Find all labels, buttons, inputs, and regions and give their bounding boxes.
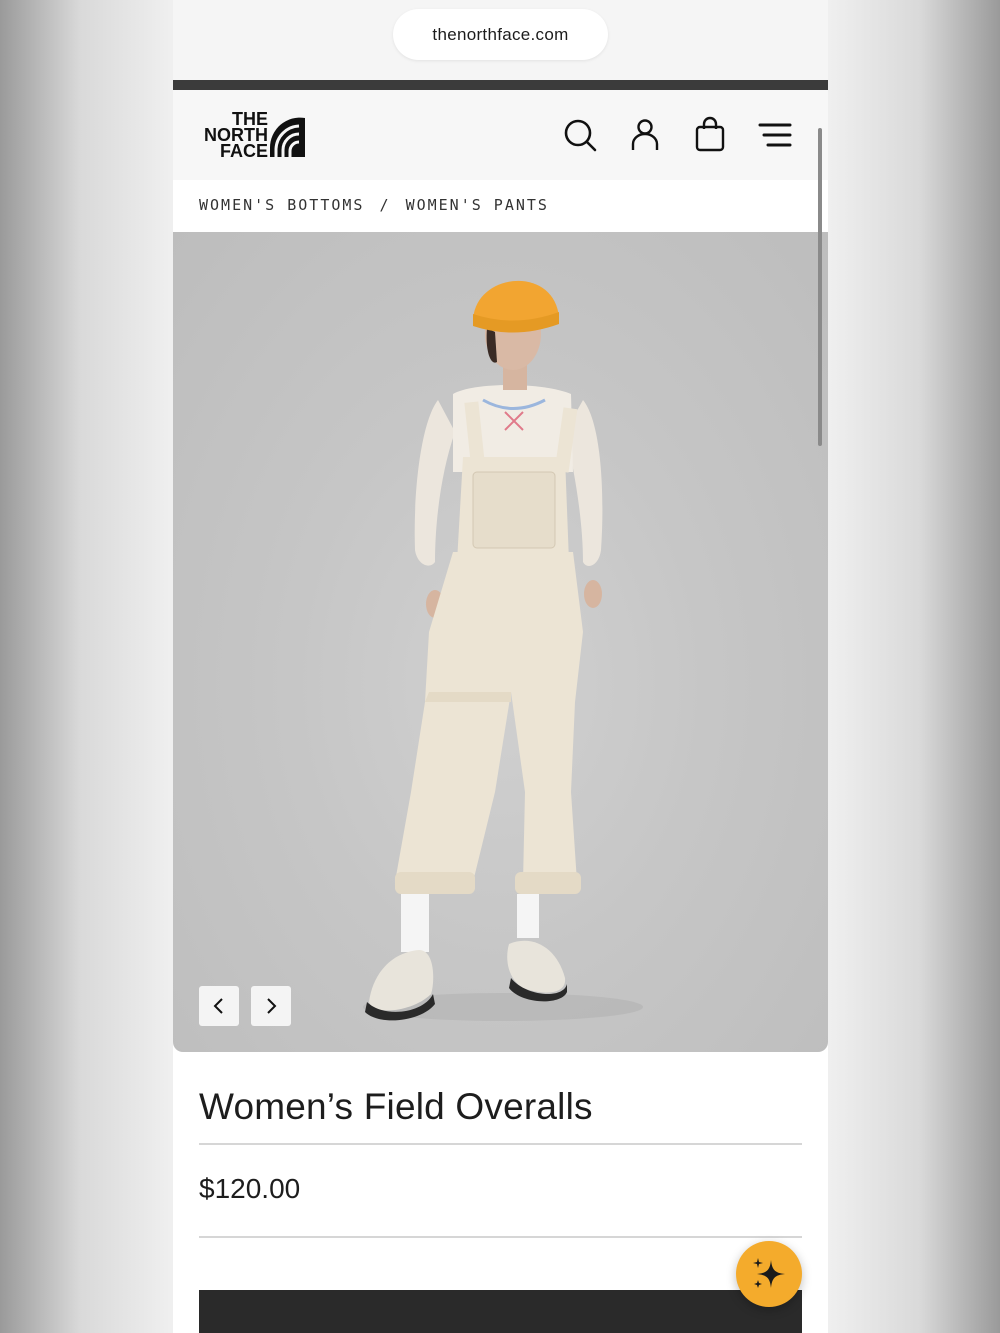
title-divider <box>199 1143 802 1145</box>
scrollbar[interactable] <box>818 128 822 446</box>
account-icon[interactable] <box>626 116 664 154</box>
browser-chrome: thenorthface.com <box>173 0 828 80</box>
previous-image-button[interactable] <box>199 986 239 1026</box>
breadcrumb-separator: / <box>379 196 391 214</box>
logo-line-3: FACE <box>220 141 268 160</box>
product-title: Women’s Field Overalls <box>199 1086 593 1127</box>
breadcrumb-womens-pants[interactable]: WOMEN'S PANTS <box>406 196 549 214</box>
site-header: THE NORTH FACE <box>173 90 828 180</box>
ai-assistant-button[interactable] <box>736 1241 802 1307</box>
breadcrumb-womens-bottoms[interactable]: WOMEN'S BOTTOMS <box>199 196 364 214</box>
chevron-right-icon <box>267 998 277 1014</box>
product-image <box>363 280 643 1021</box>
shopping-bag-icon[interactable] <box>691 116 729 154</box>
menu-icon[interactable] <box>756 116 794 154</box>
search-icon[interactable] <box>561 116 599 154</box>
chevron-left-icon <box>213 998 223 1014</box>
product-page: WOMEN'S BOTTOMS / WOMEN'S PANTS Women’s … <box>173 180 828 1333</box>
sparkle-icon <box>753 1258 785 1288</box>
the-north-face-logo[interactable]: THE NORTH FACE <box>198 108 308 160</box>
breadcrumb: WOMEN'S BOTTOMS / WOMEN'S PANTS <box>199 196 549 214</box>
next-image-button[interactable] <box>251 986 291 1026</box>
add-to-cart-button[interactable] <box>199 1290 802 1333</box>
product-image-gallery[interactable] <box>173 232 828 1052</box>
top-divider <box>173 80 828 90</box>
price-divider <box>199 1236 802 1238</box>
product-price: $120.00 <box>199 1173 301 1204</box>
url-bar[interactable]: thenorthface.com <box>393 9 608 60</box>
phone-viewport: thenorthface.com THE NORTH FACE WOMEN'S … <box>173 0 828 1333</box>
